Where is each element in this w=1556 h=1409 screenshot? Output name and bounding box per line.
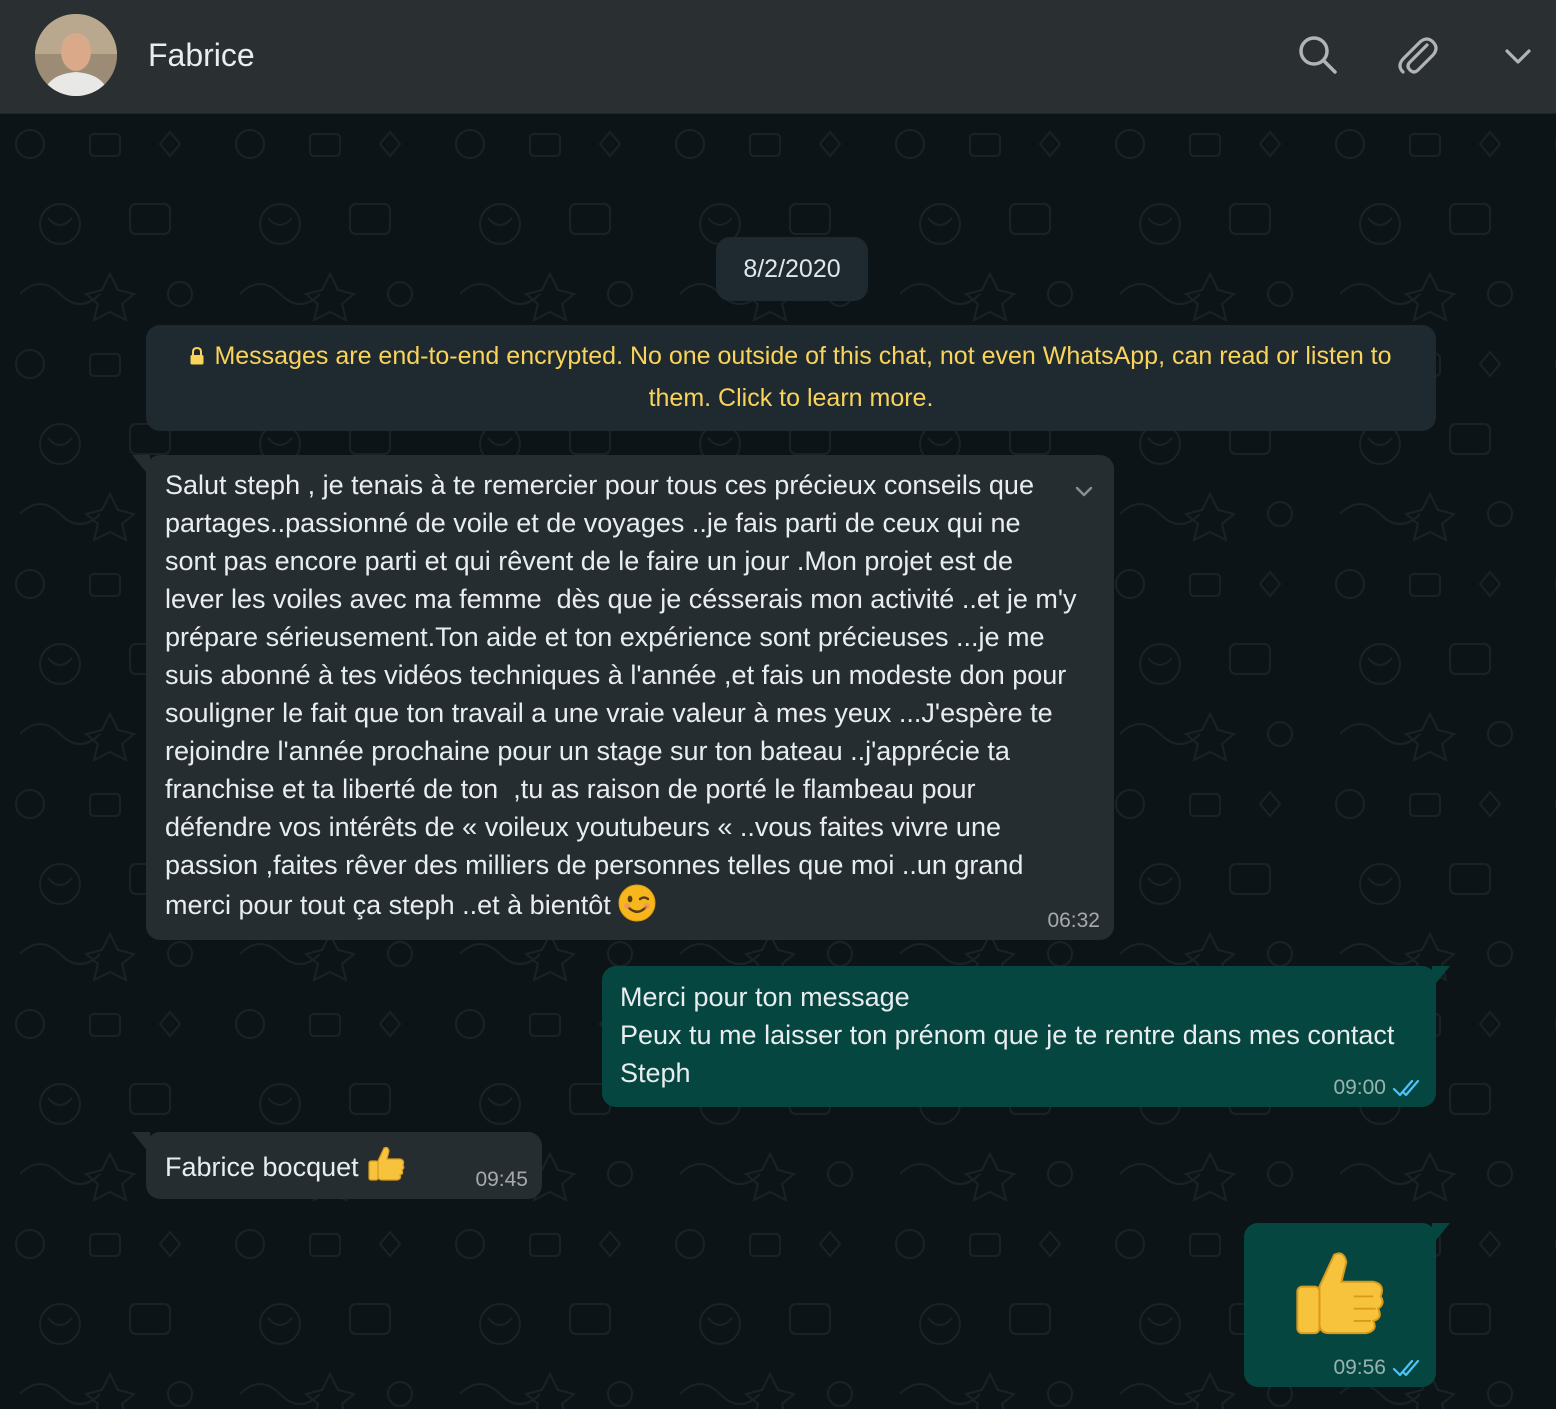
thumbs-up-emoji [1290,1245,1388,1353]
message-meta: 09:45 [475,1167,528,1193]
menu-chevron-icon[interactable] [1496,32,1540,78]
message-bubble-incoming[interactable]: Salut steph , je tenais à te remercier p… [132,455,1114,940]
message-meta: 09:00 [1333,1075,1422,1101]
search-icon[interactable] [1295,32,1341,78]
message-bubble-outgoing[interactable]: 09:56 [1244,1223,1450,1387]
bubble-tail [1432,966,1450,988]
lock-icon [190,336,204,365]
message-time: 09:56 [1333,1356,1386,1379]
chat-header: Fabrice [0,0,1556,114]
read-receipt-icon [1392,1359,1420,1377]
whatsapp-chat-window: Fabrice 8/2/2020 Messages are end-to-end… [0,0,1556,1409]
message-bubble-incoming[interactable]: Fabrice bocquet 09:45 [132,1132,542,1199]
message-bubble-outgoing[interactable]: Merci pour ton message Peux tu me laisse… [602,966,1450,1107]
encryption-notice-text: Messages are end-to-end encrypted. No on… [214,342,1392,412]
thumbs-up-emoji [366,1144,406,1194]
bubble-tail [132,455,150,477]
contact-avatar[interactable] [35,14,117,96]
attach-icon[interactable] [1393,32,1439,78]
message-time: 09:00 [1333,1076,1386,1099]
bubble-tail [1432,1223,1450,1245]
message-time: 09:45 [475,1168,528,1191]
encryption-notice[interactable]: Messages are end-to-end encrypted. No on… [146,325,1436,431]
message-meta: 09:56 [1333,1355,1422,1381]
winking-face-emoji [618,884,656,932]
message-list[interactable]: 8/2/2020 Messages are end-to-end encrypt… [0,114,1556,1409]
message-menu-chevron-icon[interactable] [1072,475,1096,499]
contact-name[interactable]: Fabrice [148,35,255,75]
read-receipt-icon [1392,1079,1420,1097]
bubble-tail [132,1132,150,1154]
message-text: Merci pour ton message Peux tu me laisse… [620,982,1395,1088]
message-meta: 06:32 [1047,908,1100,934]
message-text: Fabrice bocquet [165,1152,359,1182]
message-time: 06:32 [1047,909,1100,932]
message-text: Salut steph , je tenais à te remercier p… [165,470,1077,920]
date-separator: 8/2/2020 [716,237,868,301]
